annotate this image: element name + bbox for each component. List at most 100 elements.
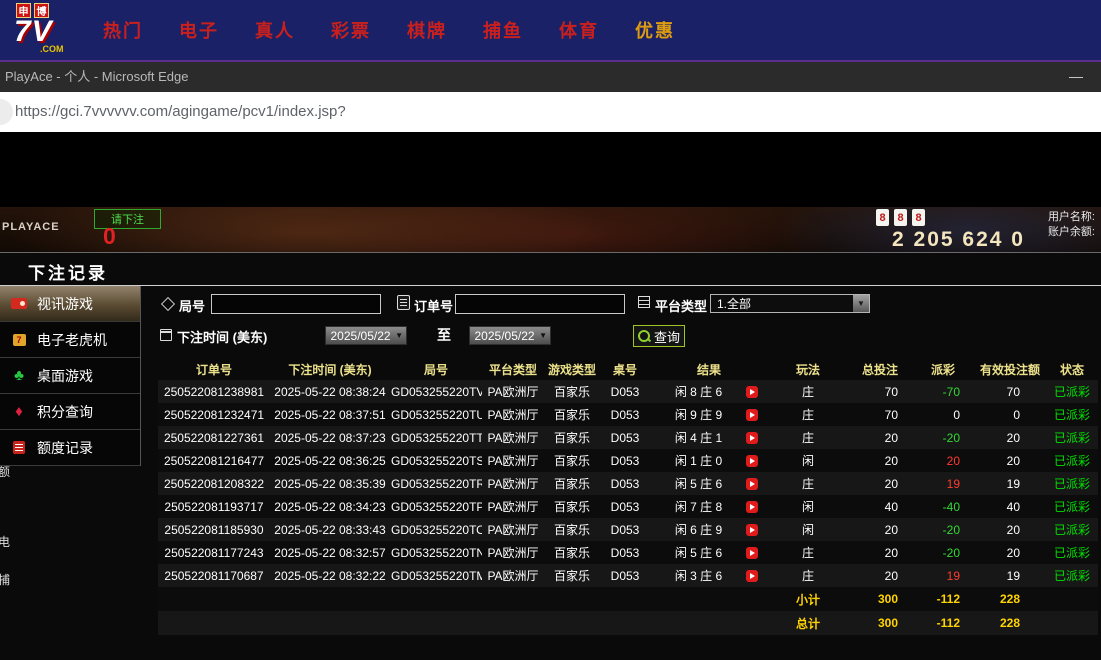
header-order: 订单号 <box>158 359 270 380</box>
minimize-button[interactable]: — <box>1069 62 1083 90</box>
records-tbody: 2505220812389812025-05-22 08:38:24GD0532… <box>158 380 1098 587</box>
cell-play: 闲 <box>768 449 848 472</box>
round-number-input[interactable] <box>211 294 381 314</box>
nav-item-slots[interactable]: 电子 <box>179 17 219 43</box>
status-badge: 已派彩 <box>1046 403 1098 426</box>
url-text[interactable]: https://gci.7vvvvvv.com/agingame/pcv1/in… <box>15 92 346 132</box>
poker-club-icon <box>10 368 28 384</box>
nav-item-hot[interactable]: 热门 <box>103 17 143 43</box>
cell-result: 闲 6 庄 9 <box>650 518 768 541</box>
cell-play: 庄 <box>768 472 848 495</box>
replay-icon[interactable] <box>746 547 758 559</box>
replay-icon[interactable] <box>746 570 758 582</box>
replay-icon[interactable] <box>746 432 758 444</box>
cell-table: D053 <box>600 426 650 449</box>
table-row: 2505220811859302025-05-22 08:33:43GD0532… <box>158 518 1098 541</box>
sidebar-item-slot-machines[interactable]: 电子老虎机 <box>0 322 140 358</box>
cell-game-type: 百家乐 <box>544 449 600 472</box>
video-camera-icon <box>10 296 28 312</box>
cell-round: GD053255220TR <box>390 472 482 495</box>
subtotal-row: 小计 300 -112 228 <box>158 587 1098 611</box>
order-number-label: 订单号 <box>414 296 453 315</box>
platform-type-label: 平台类型 <box>655 296 707 315</box>
window-title: PlayAce - 个人 - Microsoft Edge <box>5 62 189 92</box>
subtotal-total: 300 <box>848 587 912 611</box>
header-play: 玩法 <box>768 359 848 380</box>
status-badge: 已派彩 <box>1046 518 1098 541</box>
replay-icon[interactable] <box>746 409 758 421</box>
nav-item-sports[interactable]: 体育 <box>559 17 599 43</box>
header-game-type: 游戏类型 <box>544 359 600 380</box>
sidebar-item-label: 电子老虎机 <box>37 330 107 350</box>
platform-type-select[interactable]: 1.全部 <box>710 294 870 313</box>
sidebar-item-credit-records[interactable]: 额度记录 <box>0 430 140 466</box>
search-icon <box>638 330 650 342</box>
cell-order: 250522081193717 <box>158 495 270 518</box>
search-button[interactable]: 查询 <box>633 325 685 347</box>
replay-icon[interactable] <box>746 478 758 490</box>
cell-order: 250522081238981 <box>158 380 270 403</box>
nav-item-live[interactable]: 真人 <box>255 17 295 43</box>
cell-play: 庄 <box>768 564 848 587</box>
date-from-dropdown[interactable]: 2025/05/22 <box>325 326 407 345</box>
header-result: 结果 <box>650 359 768 380</box>
nav-back-icon[interactable] <box>0 99 13 125</box>
cell-game-type: 百家乐 <box>544 472 600 495</box>
cell-total-bet: 20 <box>848 541 912 564</box>
promo-nav: 申 博 7V .COM 热门 电子 真人 彩票 棋牌 捕鱼 体育 优惠 <box>0 0 1101 62</box>
cell-table: D053 <box>600 518 650 541</box>
cell-result: 闲 3 庄 6 <box>650 564 768 587</box>
date-to-dropdown[interactable]: 2025/05/22 <box>469 326 551 345</box>
cell-platform: PA欧洲厅 <box>482 564 544 587</box>
cell-round: GD053255220TV <box>390 380 482 403</box>
slot-machine-icon <box>10 332 28 348</box>
playing-card-icon: 8 <box>912 209 925 226</box>
bet-time-label: 下注时间 (美东) <box>177 327 267 346</box>
page-background <box>0 132 1101 207</box>
nav-item-cards[interactable]: 棋牌 <box>407 17 447 43</box>
sidebar-item-points-query[interactable]: 积分查询 <box>0 394 140 430</box>
header-table: 桌号 <box>600 359 650 380</box>
nav-item-fishing[interactable]: 捕鱼 <box>483 17 523 43</box>
cell-total-bet: 40 <box>848 495 912 518</box>
cell-time: 2025-05-22 08:34:23 <box>270 495 390 518</box>
total-total: 300 <box>848 611 912 635</box>
bet-records-panel: 下注记录 03 卡 额 电 捕 视讯游戏 电子老虎机 桌面游戏 积分查询 额度记… <box>0 252 1101 660</box>
table-row: 2505220811706872025-05-22 08:32:22GD0532… <box>158 564 1098 587</box>
cell-order: 250522081185930 <box>158 518 270 541</box>
sidebar-item-live-games[interactable]: 视讯游戏 <box>0 286 140 322</box>
nav-item-promos[interactable]: 优惠 <box>635 17 675 43</box>
card-row: 8 8 8 <box>876 209 925 226</box>
cell-total-bet: 70 <box>848 380 912 403</box>
status-badge: 已派彩 <box>1046 426 1098 449</box>
total-label: 总计 <box>768 611 848 635</box>
edge-fragment: 捕 <box>0 571 13 588</box>
status-badge: 已派彩 <box>1046 495 1098 518</box>
casino-banner: PLAYACE 请下注 0 8 8 8 2 205 624 0 用户名称: 账户… <box>0 207 1101 252</box>
order-number-input[interactable] <box>455 294 625 314</box>
cell-platform: PA欧洲厅 <box>482 426 544 449</box>
cell-time: 2025-05-22 08:38:24 <box>270 380 390 403</box>
replay-icon[interactable] <box>746 501 758 513</box>
replay-icon[interactable] <box>746 386 758 398</box>
cell-payout: 19 <box>912 564 974 587</box>
cell-table: D053 <box>600 472 650 495</box>
replay-icon[interactable] <box>746 524 758 536</box>
cell-order: 250522081208322 <box>158 472 270 495</box>
table-row: 2505220812164772025-05-22 08:36:25GD0532… <box>158 449 1098 472</box>
cell-payout: -70 <box>912 380 974 403</box>
site-logo[interactable]: 申 博 7V .COM <box>14 3 88 53</box>
cell-valid-bet: 19 <box>974 564 1046 587</box>
table-row: 2505220811772432025-05-22 08:32:57GD0532… <box>158 541 1098 564</box>
replay-icon[interactable] <box>746 455 758 467</box>
nav-item-lottery[interactable]: 彩票 <box>331 17 371 43</box>
cell-order: 250522081170687 <box>158 564 270 587</box>
table-row: 2505220811937172025-05-22 08:34:23GD0532… <box>158 495 1098 518</box>
search-button-label: 查询 <box>654 327 680 346</box>
sidebar-item-table-games[interactable]: 桌面游戏 <box>0 358 140 394</box>
date-range-to-label: 至 <box>437 325 451 345</box>
cell-order: 250522081177243 <box>158 541 270 564</box>
cell-round: GD053255220TS <box>390 449 482 472</box>
chevron-down-icon[interactable] <box>853 295 869 312</box>
table-row: 2505220812273612025-05-22 08:37:23GD0532… <box>158 426 1098 449</box>
